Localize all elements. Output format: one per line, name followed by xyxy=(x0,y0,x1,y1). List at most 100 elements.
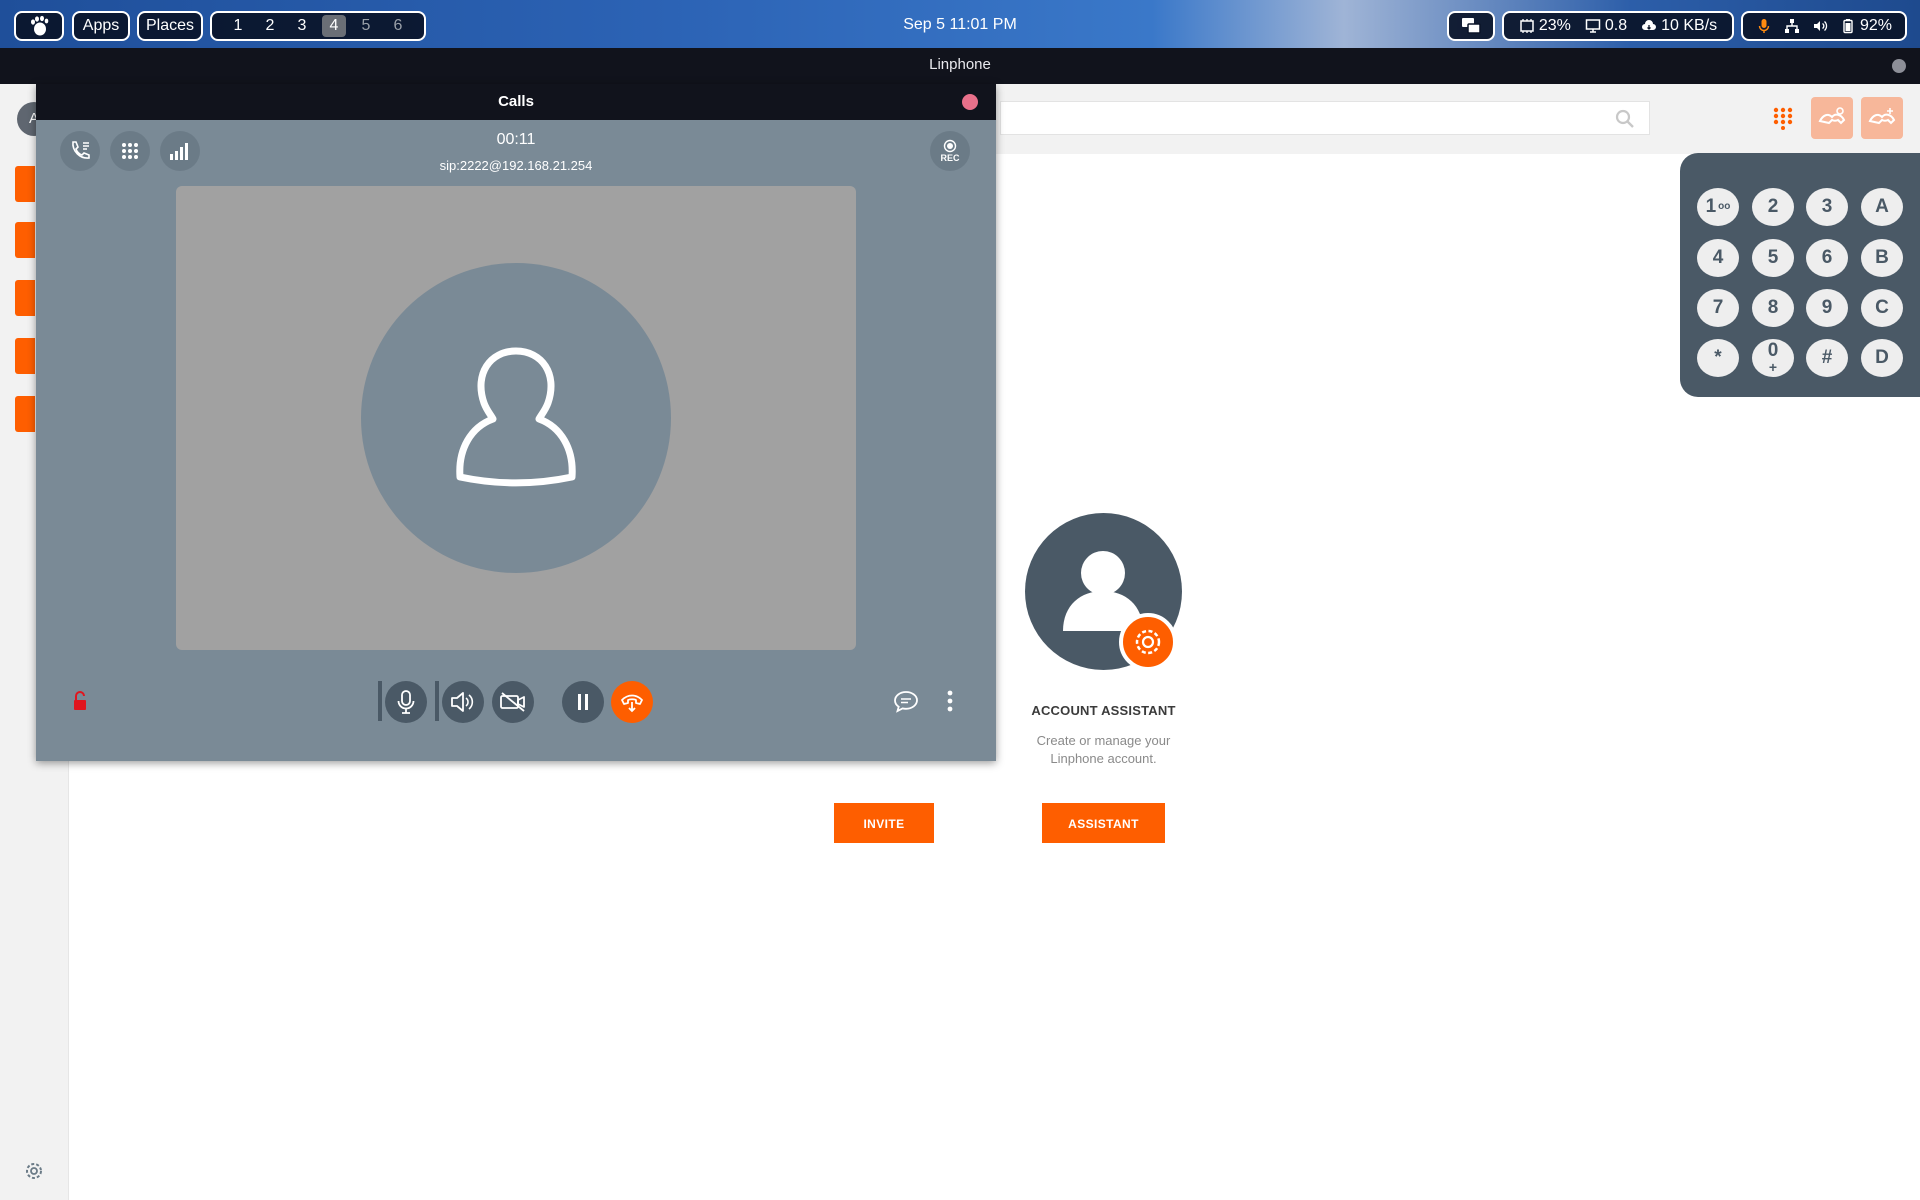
dialpad-key-hash[interactable]: # xyxy=(1806,339,1848,377)
system-monitor[interactable]: 23% 0.8 10 KB/s xyxy=(1502,11,1734,41)
dialpad-key-label: 0 xyxy=(1767,340,1779,361)
call-more-options-button[interactable] xyxy=(930,681,970,721)
main-window-close-button[interactable] xyxy=(1892,59,1906,73)
main-window-titlebar: Linphone xyxy=(0,48,1920,84)
dialpad-key-label: 5 xyxy=(1767,247,1779,268)
settings-gear-icon[interactable] xyxy=(23,1160,45,1182)
dialpad-key-label: 1 xyxy=(1705,196,1717,218)
calls-close-button[interactable] xyxy=(962,94,978,110)
sidebar-item-home[interactable] xyxy=(15,166,35,202)
dialpad-key-7[interactable]: 7 xyxy=(1697,289,1739,327)
apps-button[interactable]: Apps xyxy=(72,11,130,41)
dialpad-key-9[interactable]: 9 xyxy=(1806,289,1848,327)
assistant-description: Create or manage your Linphone account. xyxy=(1036,733,1171,766)
workspace-6[interactable]: 6 xyxy=(386,15,410,37)
record-label: REC xyxy=(940,153,960,163)
microphone-status[interactable] xyxy=(1756,18,1772,34)
group-call-plus-icon xyxy=(1868,108,1896,125)
dialpad-toggle-button[interactable] xyxy=(1762,97,1804,139)
dialpad-key-label: 3 xyxy=(1821,196,1833,217)
display-switch-icon xyxy=(1462,18,1481,34)
microphone-icon xyxy=(397,690,415,714)
top-panel: Apps Places 1 2 3 4 5 6 Sep 5 11:01 PM 2… xyxy=(0,0,1920,48)
cpu-icon xyxy=(1520,19,1534,33)
sidebar-item-chat[interactable] xyxy=(15,280,35,316)
places-button[interactable]: Places xyxy=(137,11,203,41)
dialpad-key-a[interactable]: A xyxy=(1861,188,1903,226)
gnome-foot-button[interactable] xyxy=(14,11,64,41)
workspace-1[interactable]: 1 xyxy=(226,15,250,37)
search-field[interactable] xyxy=(1000,101,1650,135)
gear-icon xyxy=(1135,629,1161,655)
sidebar-item-meetings[interactable] xyxy=(15,396,35,432)
record-button[interactable]: REC xyxy=(930,131,970,171)
network-status[interactable] xyxy=(1784,18,1800,34)
battery-icon xyxy=(1843,19,1853,34)
unlocked-icon xyxy=(74,691,86,710)
network-value: 10 KB/s xyxy=(1661,17,1718,34)
assistant-button[interactable]: ASSISTANT xyxy=(1042,803,1165,843)
dialpad-key-2[interactable]: 2 xyxy=(1752,188,1794,226)
workspace-4[interactable]: 4 xyxy=(322,15,346,37)
calls-window-title: Calls xyxy=(498,93,534,110)
battery-status[interactable]: 92% xyxy=(1840,17,1892,35)
display-switch-button[interactable] xyxy=(1447,11,1495,41)
dialpad-key-label: A xyxy=(1875,196,1889,217)
dialpad-key-label: 9 xyxy=(1821,297,1833,318)
network-wired-icon xyxy=(1784,19,1799,33)
pause-button[interactable] xyxy=(562,681,604,723)
dialpad-key-d[interactable]: D xyxy=(1861,339,1903,377)
camera-button[interactable] xyxy=(492,681,534,723)
dialpad-key-4[interactable]: 4 xyxy=(1697,239,1739,277)
main-window-title: Linphone xyxy=(929,56,991,73)
dialpad-key-3[interactable]: 3 xyxy=(1806,188,1848,226)
workspace-5[interactable]: 5 xyxy=(354,15,378,37)
new-group-call-button[interactable] xyxy=(1861,97,1903,139)
dialpad-key-8[interactable]: 8 xyxy=(1752,289,1794,327)
dialpad-key-label: # xyxy=(1821,347,1833,368)
microphone-icon xyxy=(1758,19,1770,33)
dialpad-key-label: 6 xyxy=(1821,247,1833,268)
new-conference-button[interactable] xyxy=(1811,97,1853,139)
microphone-button[interactable] xyxy=(385,681,427,723)
workspace-3[interactable]: 3 xyxy=(290,15,314,37)
dialpad-key-label: D xyxy=(1875,347,1889,368)
search-icon[interactable] xyxy=(1615,109,1635,129)
dialpad-key-label: 7 xyxy=(1712,297,1724,318)
network-speed: 10 KB/s xyxy=(1641,17,1717,35)
pause-icon xyxy=(578,694,588,710)
volume-icon xyxy=(1813,21,1828,31)
sidebar-item-contacts[interactable] xyxy=(15,338,35,374)
workspace-2[interactable]: 2 xyxy=(258,15,282,37)
hang-up-button[interactable] xyxy=(611,681,653,723)
dialpad-key-star[interactable]: * xyxy=(1697,339,1739,377)
monitor-icon xyxy=(1585,19,1601,33)
chat-bubble-icon xyxy=(894,691,918,713)
remote-avatar xyxy=(361,263,671,573)
record-icon xyxy=(943,139,957,153)
status-indicators[interactable]: 92% xyxy=(1741,11,1907,41)
speaker-level-indicator xyxy=(435,681,439,721)
dialpad-key-c[interactable]: C xyxy=(1861,289,1903,327)
dialpad-key-b[interactable]: B xyxy=(1861,239,1903,277)
dialpad-key-0[interactable]: 0 + xyxy=(1752,339,1794,377)
calls-window-titlebar: Calls xyxy=(36,84,996,120)
hang-up-icon xyxy=(621,694,643,713)
dialpad-key-label: 4 xyxy=(1712,247,1724,268)
cpu-value: 23% xyxy=(1538,17,1571,34)
security-lock-button[interactable] xyxy=(60,681,100,721)
video-area xyxy=(176,186,856,650)
dialpad-key-1[interactable]: 1 oo xyxy=(1697,188,1739,226)
sidebar-item-calls[interactable] xyxy=(15,222,35,258)
assistant-settings-badge xyxy=(1119,613,1177,671)
dialpad-key-6[interactable]: 6 xyxy=(1806,239,1848,277)
speaker-icon xyxy=(451,692,474,712)
call-chat-button[interactable] xyxy=(886,681,926,721)
dialpad-key-label: * xyxy=(1714,347,1722,368)
volume-status[interactable] xyxy=(1812,18,1828,34)
dialpad-key-5[interactable]: 5 xyxy=(1752,239,1794,277)
search-input[interactable] xyxy=(1011,102,1615,134)
speaker-button[interactable] xyxy=(442,681,484,723)
voicemail-sub-label: oo xyxy=(1718,201,1731,212)
invite-button[interactable]: INVITE xyxy=(834,803,934,843)
